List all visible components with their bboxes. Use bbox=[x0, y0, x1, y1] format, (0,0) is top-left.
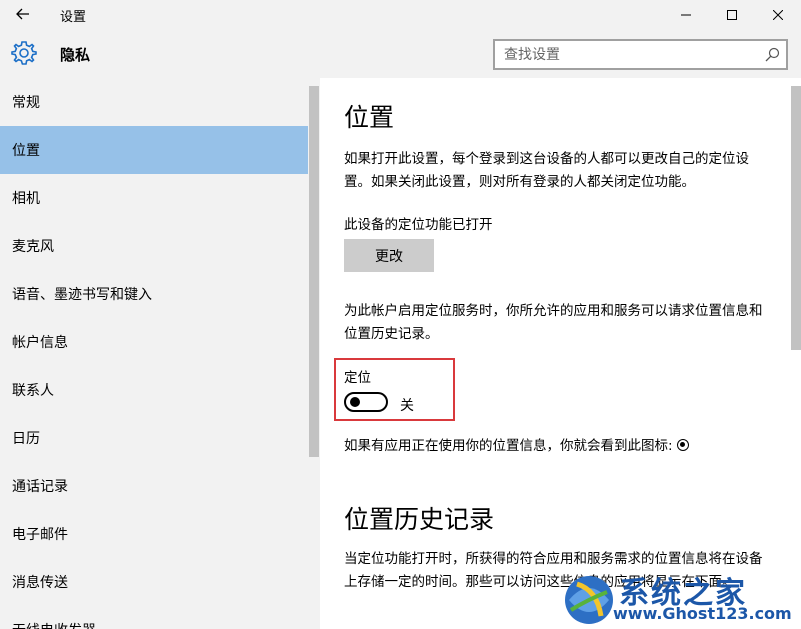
sidebar-item-speech-inking-typing[interactable]: 语音、墨迹书写和键入 bbox=[0, 270, 308, 318]
close-button[interactable] bbox=[755, 0, 801, 30]
sidebar-item-general[interactable]: 常规 bbox=[0, 78, 308, 126]
sidebar-item-email[interactable]: 电子邮件 bbox=[0, 510, 308, 558]
sidebar-item-contacts[interactable]: 联系人 bbox=[0, 366, 308, 414]
location-intro-text: 如果打开此设置，每个登录到这台设备的人都可以更改自己的定位设置。如果关闭此设置，… bbox=[344, 151, 749, 190]
back-button[interactable] bbox=[8, 2, 38, 26]
back-arrow-icon bbox=[16, 8, 29, 20]
globe-logo bbox=[565, 576, 613, 624]
sidebar-item-location[interactable]: 位置 bbox=[0, 126, 308, 174]
device-location-status: 此设备的定位功能已打开 bbox=[344, 217, 493, 233]
toggle-knob bbox=[350, 397, 360, 407]
page-title: 隐私 bbox=[60, 46, 91, 64]
watermark: 系统之家 www.Ghost123.com bbox=[561, 568, 801, 629]
main-content: 位置 如果打开此设置，每个登录到这台设备的人都可以更改自己的定位设置。如果关闭此… bbox=[320, 78, 801, 629]
sidebar-item-radios[interactable]: 无线电收发器 bbox=[0, 606, 308, 629]
sidebar-item-call-history[interactable]: 通话记录 bbox=[0, 462, 308, 510]
page-header: 隐私 bbox=[0, 30, 801, 78]
maximize-icon bbox=[727, 10, 737, 20]
minimize-icon bbox=[681, 14, 691, 16]
search-input[interactable] bbox=[495, 41, 755, 68]
location-toggle-state: 关 bbox=[400, 398, 414, 414]
search-icon[interactable] bbox=[765, 47, 780, 62]
content-scrollbar[interactable] bbox=[791, 86, 801, 350]
section-title-location-history: 位置历史记录 bbox=[344, 505, 495, 534]
location-icon-note: 如果有应用正在使用你的位置信息，你就会看到此图标: bbox=[344, 434, 689, 454]
location-toggle[interactable] bbox=[344, 392, 388, 412]
section-title-location: 位置 bbox=[344, 103, 395, 132]
location-label: 定位 bbox=[344, 370, 371, 386]
account-location-description: 为此帐户启用定位服务时，你所允许的应用和服务可以请求位置信息和位置历史记录。 bbox=[344, 303, 763, 342]
sidebar-scrollbar[interactable] bbox=[309, 86, 319, 457]
title-bar: 设置 bbox=[0, 0, 801, 30]
location-icon-note-text: 如果有应用正在使用你的位置信息，你就会看到此图标: bbox=[344, 438, 673, 454]
location-in-use-icon bbox=[676, 439, 689, 451]
sidebar: 常规 位置 相机 麦克风 语音、墨迹书写和键入 帐户信息 联系人 日历 通话记录… bbox=[0, 78, 320, 629]
sidebar-item-camera[interactable]: 相机 bbox=[0, 174, 308, 222]
window-title: 设置 bbox=[60, 10, 87, 25]
maximize-button[interactable] bbox=[709, 0, 755, 30]
sidebar-item-account-info[interactable]: 帐户信息 bbox=[0, 318, 308, 366]
watermark-url: www.Ghost123.com bbox=[613, 604, 792, 623]
sidebar-item-microphone[interactable]: 麦克风 bbox=[0, 222, 308, 270]
gear-icon bbox=[11, 41, 37, 65]
sidebar-item-messaging[interactable]: 消息传送 bbox=[0, 558, 308, 606]
change-button[interactable]: 更改 bbox=[344, 239, 434, 272]
search-box[interactable] bbox=[493, 39, 788, 70]
minimize-button[interactable] bbox=[663, 0, 709, 30]
sidebar-item-calendar[interactable]: 日历 bbox=[0, 414, 308, 462]
close-icon bbox=[773, 10, 783, 20]
